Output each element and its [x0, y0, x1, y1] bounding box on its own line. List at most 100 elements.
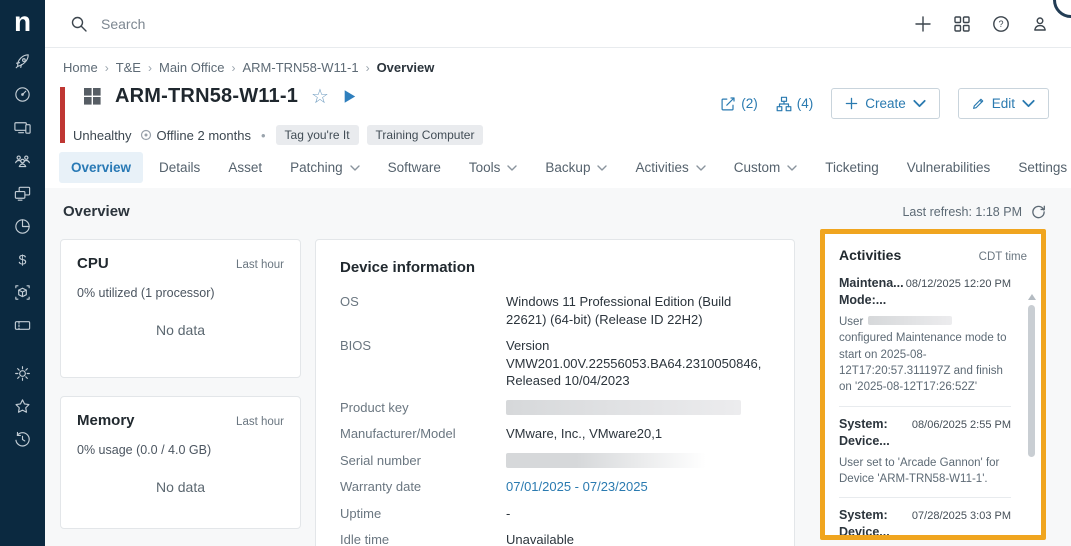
activities-scrollbar[interactable]: [1027, 294, 1036, 527]
settings-gear-icon[interactable]: [13, 364, 32, 383]
activity-entry[interactable]: Maintena...08/12/2025 12:20 PMMode:...Us…: [839, 276, 1027, 396]
activity-subject: System:: [839, 508, 888, 522]
device-info-row: Serial number: [340, 452, 770, 470]
tab-patching[interactable]: Patching: [278, 152, 372, 183]
topbar: ?: [45, 0, 1071, 48]
edit-button[interactable]: Edit: [958, 88, 1049, 119]
tab-label: Settings: [1018, 160, 1067, 175]
memory-card-title: Memory: [77, 412, 135, 429]
sidebar-nav-lower: [13, 364, 32, 449]
history-clock-icon[interactable]: [13, 430, 32, 449]
tab-asset[interactable]: Asset: [216, 152, 274, 183]
ticketing-icon[interactable]: [13, 316, 32, 335]
device-tag: Training Computer: [367, 125, 484, 145]
rocket-icon[interactable]: [13, 52, 32, 71]
edit-label: Edit: [992, 96, 1015, 111]
dashboard-gauge-icon[interactable]: [13, 85, 32, 104]
device-info-label: Idle time: [340, 531, 506, 546]
memory-card-range: Last hour: [236, 416, 284, 428]
activity-divider: [839, 497, 1011, 498]
pencil-icon: [972, 97, 985, 110]
device-info-value: Unavailable: [506, 531, 770, 546]
device-info-value[interactable]: 07/01/2025 - 07/23/2025: [506, 478, 770, 496]
refresh-icon[interactable]: [1031, 204, 1046, 219]
global-search: [70, 15, 914, 33]
breadcrumb-separator: ›: [148, 61, 152, 75]
favorite-star-icon[interactable]: ☆: [311, 87, 329, 107]
breadcrumb-item[interactable]: Home: [63, 60, 98, 75]
device-info-row: Warranty date07/01/2025 - 07/23/2025: [340, 478, 770, 496]
breadcrumb-item[interactable]: Main Office: [159, 60, 225, 75]
users-group-icon[interactable]: [13, 151, 32, 170]
device-info-label: OS: [340, 293, 506, 328]
windows-logo-icon: [83, 87, 102, 106]
offline-icon: [140, 129, 152, 141]
sidebar: n $: [0, 0, 45, 546]
breadcrumb-separator: ›: [105, 61, 109, 75]
chevron-down-icon: [1022, 97, 1035, 110]
tab-activities[interactable]: Activities: [623, 152, 717, 183]
user-icon[interactable]: [1031, 15, 1049, 33]
device-info-value: [506, 452, 770, 470]
tab-custom[interactable]: Custom: [722, 152, 810, 183]
activity-entry[interactable]: System:07/28/2025 3:03 PMDevice...: [839, 508, 1027, 539]
activity-entry[interactable]: System:08/06/2025 2:55 PMDevice...User s…: [839, 417, 1027, 488]
scrollbar-up-arrow-icon[interactable]: [1028, 294, 1036, 300]
billing-dollar-icon[interactable]: $: [13, 250, 32, 269]
device-info-row: OSWindows 11 Professional Edition (Build…: [340, 293, 770, 328]
device-title-row: ARM-TRN58-W11-1 ☆: [83, 85, 357, 108]
breadcrumb-separator: ›: [232, 61, 236, 75]
activity-timestamp: 07/28/2025 3:03 PM: [912, 510, 1011, 522]
activity-body: User set to 'Arcade Gannon' for Device '…: [839, 455, 1011, 488]
remote-screens-icon[interactable]: [13, 184, 32, 203]
relations-link[interactable]: (4): [776, 96, 814, 112]
search-input[interactable]: [101, 16, 421, 32]
tab-overview[interactable]: Overview: [59, 152, 143, 183]
memory-usage: 0% usage (0.0 / 4.0 GB): [77, 443, 284, 457]
tab-ticketing[interactable]: Ticketing: [813, 152, 891, 183]
device-info-row: BIOSVersion VMW201.00V.22556053.BA64.231…: [340, 337, 770, 390]
chevron-down-icon: [350, 165, 360, 171]
tab-label: Vulnerabilities: [907, 160, 991, 175]
favorites-star-icon[interactable]: [13, 397, 32, 416]
breadcrumb-item[interactable]: ARM-TRN58-W11-1: [243, 60, 359, 75]
devices-icon[interactable]: [13, 118, 32, 137]
remote-play-icon[interactable]: [342, 89, 357, 104]
svg-text:?: ?: [998, 19, 1003, 29]
ninjaone-logo[interactable]: n: [14, 8, 31, 36]
redacted-value: [506, 453, 706, 468]
device-info-row: Uptime-: [340, 505, 770, 523]
tab-backup[interactable]: Backup: [533, 152, 619, 183]
help-icon[interactable]: ?: [992, 15, 1010, 33]
tab-vulnerabilities[interactable]: Vulnerabilities: [895, 152, 1003, 183]
device-info-label: Uptime: [340, 505, 506, 523]
plus-icon[interactable]: [914, 15, 932, 33]
health-label: Unhealthy: [73, 128, 132, 143]
relations-count: (4): [797, 96, 814, 111]
notes-link[interactable]: (2): [720, 96, 758, 112]
last-refresh: Last refresh: 1:18 PM: [902, 204, 1046, 219]
tab-details[interactable]: Details: [147, 152, 212, 183]
create-button[interactable]: Create: [831, 88, 940, 119]
breadcrumb-item[interactable]: T&E: [116, 60, 141, 75]
tab-tools[interactable]: Tools: [457, 152, 530, 183]
activity-subject-line2: Device...: [839, 434, 1011, 448]
tab-settings[interactable]: Settings: [1006, 152, 1071, 183]
scrollbar-thumb[interactable]: [1028, 305, 1035, 457]
activity-divider: [839, 406, 1011, 407]
device-info-value: Version VMW201.00V.22556053.BA64.2310050…: [506, 337, 770, 390]
reports-pie-icon[interactable]: [13, 217, 32, 236]
search-icon[interactable]: [70, 15, 88, 33]
cpu-utilization: 0% utilized (1 processor): [77, 286, 284, 300]
tab-software[interactable]: Software: [376, 152, 453, 183]
offline-status: Offline 2 months: [140, 128, 251, 143]
app-grid-icon[interactable]: [953, 15, 971, 33]
device-info-label: Manufacturer/Model: [340, 425, 506, 443]
device-info-value: [506, 399, 770, 417]
tab-label: Custom: [734, 160, 781, 175]
device-info-title: Device information: [340, 259, 770, 276]
device-info-row: Product key: [340, 399, 770, 417]
packages-cube-icon[interactable]: [13, 283, 32, 302]
memory-no-data: No data: [77, 479, 284, 495]
chevron-down-icon: [507, 165, 517, 171]
